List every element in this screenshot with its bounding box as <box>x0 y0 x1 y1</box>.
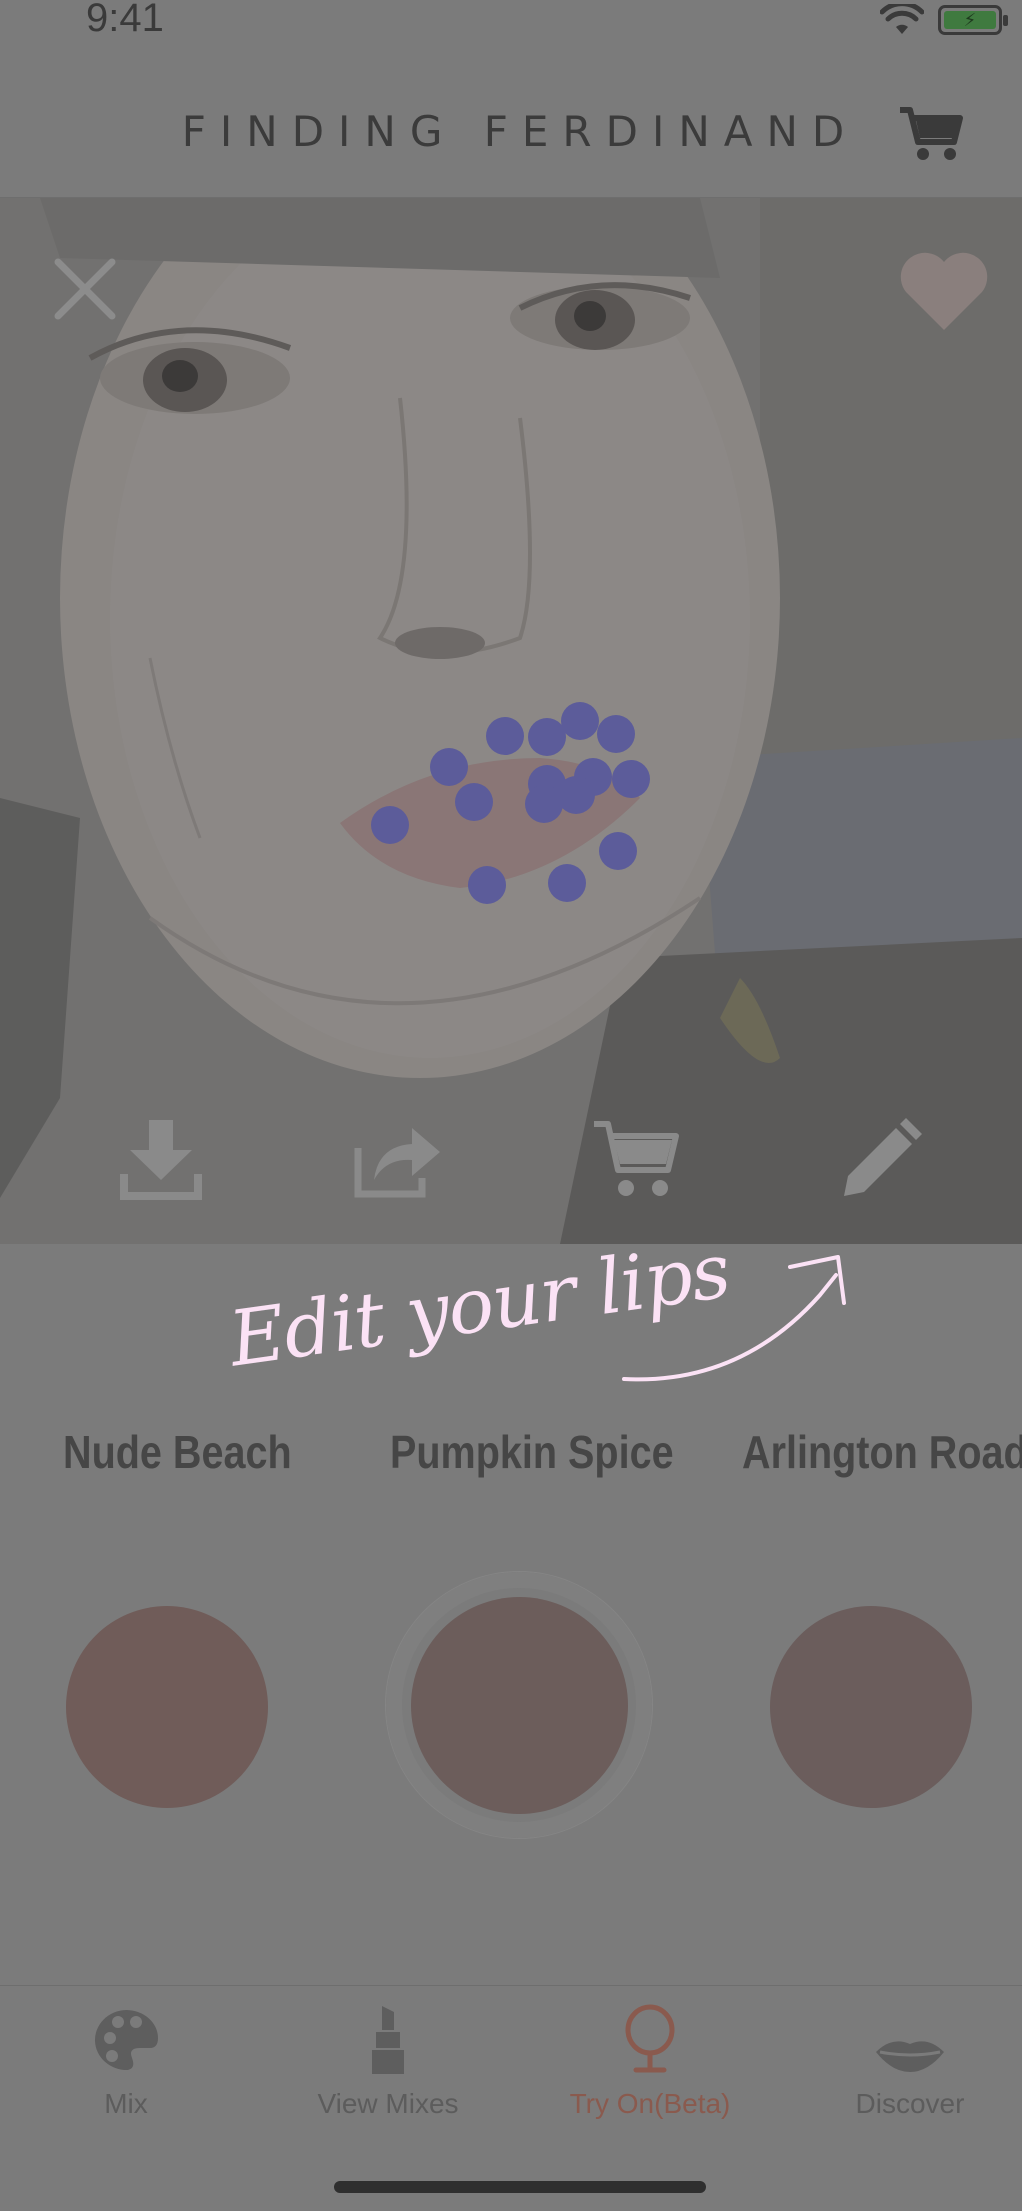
tab-view-mixes[interactable]: View Mixes <box>288 2004 488 2120</box>
shade-swatch-nude-beach[interactable] <box>66 1606 268 1808</box>
shade-name-arlington-road[interactable]: Arlington Road <box>742 1425 1022 1479</box>
lip-edit-point[interactable] <box>455 783 493 821</box>
tab-mix[interactable]: Mix <box>26 2004 226 2120</box>
lip-edit-point[interactable] <box>468 866 506 904</box>
status-bar: 9:41 ⚡ <box>0 0 1022 60</box>
lip-edit-point[interactable] <box>599 832 637 870</box>
lip-edit-point[interactable] <box>597 715 635 753</box>
edit-lips-button[interactable] <box>834 1118 924 1200</box>
palette-icon <box>94 2010 158 2071</box>
add-to-cart-button[interactable] <box>592 1118 682 1200</box>
close-icon[interactable] <box>52 256 118 322</box>
battery-icon: ⚡ <box>938 5 1008 35</box>
lip-edit-point[interactable] <box>561 702 599 740</box>
wifi-icon <box>880 4 924 34</box>
app-title: FINDING FERDINAND <box>181 107 859 156</box>
shade-name-pumpkin-spice[interactable]: Pumpkin Spice <box>390 1425 674 1479</box>
lip-edit-point[interactable] <box>548 864 586 902</box>
status-icons: ⚡ <box>880 0 1008 40</box>
tab-view-mixes-label: View Mixes <box>317 2088 459 2119</box>
coach-mark: Edit your lips <box>224 1225 870 1405</box>
tab-try-on[interactable]: Try On(Beta) <box>550 2004 750 2120</box>
share-button[interactable] <box>352 1118 442 1200</box>
lip-edit-point[interactable] <box>612 760 650 798</box>
arrow-icon <box>622 1255 846 1382</box>
home-indicator[interactable] <box>334 2181 706 2193</box>
shade-name-nude-beach[interactable]: Nude Beach <box>63 1425 292 1479</box>
lip-edit-point[interactable] <box>486 717 524 755</box>
tab-discover[interactable]: Discover <box>810 2004 1010 2120</box>
pencil-icon <box>844 1118 922 1196</box>
shade-names-row: Nude Beach Pumpkin Spice Arlington Road <box>0 1425 1022 1495</box>
favorite-heart-icon[interactable] <box>896 250 992 334</box>
camera-preview <box>0 198 1022 1244</box>
lip-edit-point[interactable] <box>371 806 409 844</box>
app-header: FINDING FERDINAND <box>0 60 1022 198</box>
download-icon <box>120 1120 202 1200</box>
status-time: 9:41 <box>86 0 164 40</box>
lip-edit-point[interactable] <box>557 776 595 814</box>
lips-icon <box>876 2041 944 2072</box>
shade-swatch-arlington-road[interactable] <box>770 1606 972 1808</box>
download-button[interactable] <box>116 1118 206 1200</box>
tab-mix-label: Mix <box>104 2088 148 2119</box>
cart-icon <box>594 1121 679 1196</box>
shade-swatch-pumpkin-spice[interactable] <box>411 1597 628 1814</box>
share-icon <box>354 1128 440 1198</box>
mirror-icon <box>625 2004 675 2073</box>
lip-edit-point[interactable] <box>430 748 468 786</box>
cart-icon[interactable] <box>898 104 966 164</box>
tab-discover-label: Discover <box>855 2088 965 2119</box>
bottom-tab-bar: Mix View Mixes Try On(Beta) Discover <box>0 1985 1022 2211</box>
tab-try-on-label: Try On(Beta) <box>569 2088 731 2119</box>
lipstick-icon <box>372 2006 404 2074</box>
